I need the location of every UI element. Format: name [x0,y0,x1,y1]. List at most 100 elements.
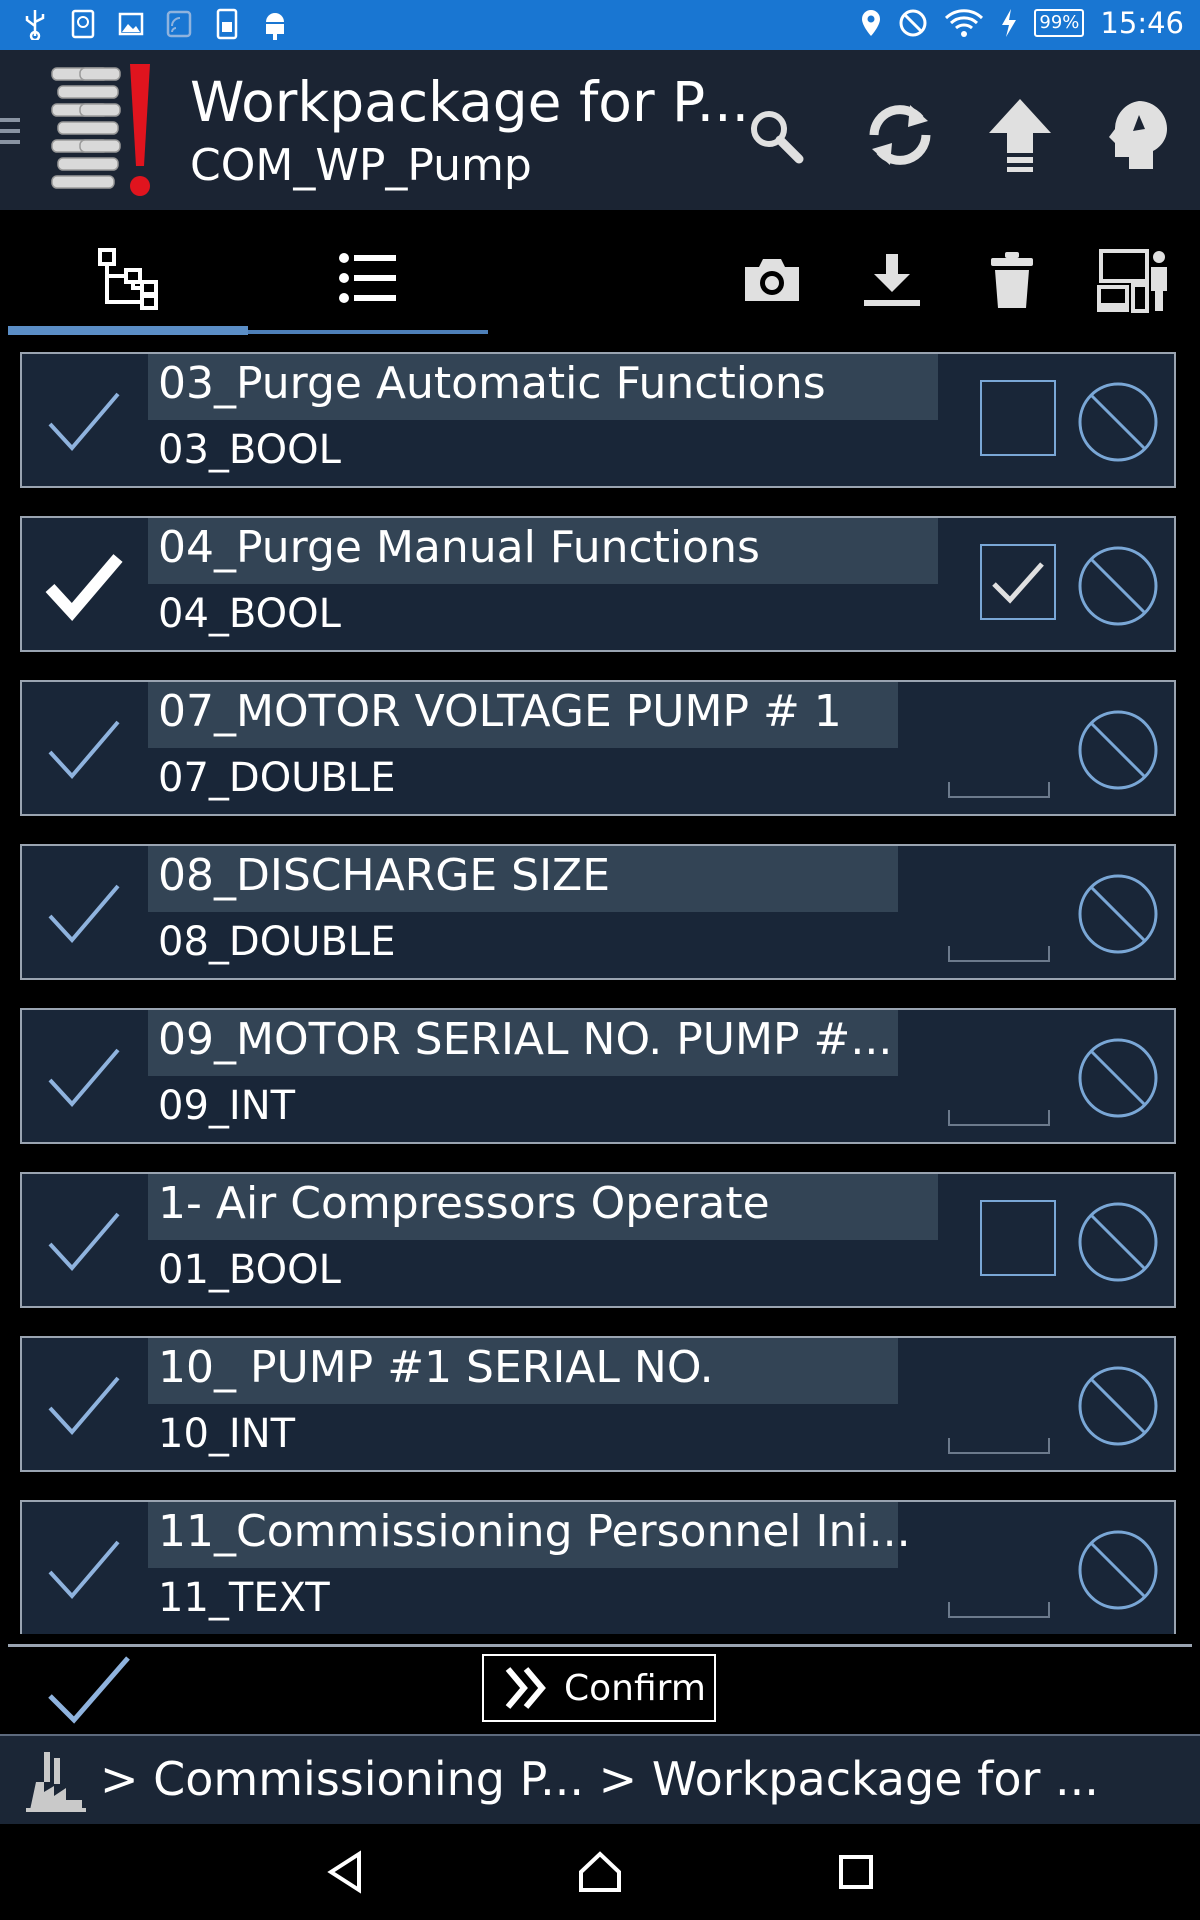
item-title: 07_MOTOR VOLTAGE PUMP # 1 [158,686,842,737]
upload-button[interactable] [975,90,1065,180]
devices-button[interactable] [1094,240,1174,320]
item-title: 10_ PUMP #1 SERIAL NO. [158,1342,714,1393]
item-value-input[interactable] [948,1110,1050,1126]
completion-check-icon[interactable] [44,1366,124,1446]
list-item[interactable]: 11_Commissioning Personnel Ini... 11_TEXT [20,1500,1176,1634]
item-checkbox[interactable] [980,380,1056,456]
item-checkbox[interactable] [980,1200,1056,1276]
completion-check-icon[interactable] [44,546,124,626]
download-button[interactable] [852,240,932,320]
item-title: 08_DISCHARGE SIZE [158,850,610,901]
not-applicable-icon[interactable] [1078,874,1158,954]
list-item[interactable]: 04_Purge Manual Functions 04_BOOL [20,516,1176,652]
page-title: Workpackage for P... [190,70,750,134]
completion-check-icon[interactable] [44,382,124,462]
recents-icon [839,1855,873,1889]
not-applicable-icon[interactable] [1078,1366,1158,1446]
completion-check-icon[interactable] [44,710,124,790]
drawer-menu-icon[interactable] [0,118,20,151]
list-item[interactable]: 1- Air Compressors Operate 01_BOOL [20,1172,1176,1308]
camera-button[interactable] [732,240,812,320]
back-icon [327,1850,361,1894]
item-type: 03_BOOL [158,427,341,473]
breadcrumb-path[interactable]: > Commissioning P... > Workpackage for .… [100,1752,1099,1806]
item-type: 04_BOOL [158,591,341,637]
checklist: 03_Purge Automatic Functions 03_BOOL 04_Pu… [0,342,1200,1634]
completion-check-icon[interactable] [44,874,124,954]
camera-icon [745,259,799,301]
refresh-icon [869,105,931,165]
item-title: 11_Commissioning Personnel Ini... [158,1506,911,1557]
completion-check-icon[interactable] [44,1202,124,1282]
item-checkbox[interactable] [980,544,1056,620]
tree-view-icon [98,247,158,310]
not-applicable-icon[interactable] [1078,1530,1158,1610]
not-applicable-icon[interactable] [1078,1202,1158,1282]
status-bar: 99% 15:46 [0,0,1200,50]
item-title: 1- Air Compressors Operate [158,1178,770,1229]
item-title: 09_MOTOR SERIAL NO. PUMP #... [158,1014,893,1065]
list-view-tab[interactable] [248,230,488,325]
item-title: 03_Purge Automatic Functions [158,358,826,409]
completion-check-icon[interactable] [44,1530,124,1610]
confirm-button-label: Confirm [564,1667,706,1709]
system-nav-bar [0,1824,1200,1920]
devices-icon [1097,249,1167,313]
confirm-button[interactable]: Confirm [482,1654,716,1722]
delete-icon [991,252,1033,308]
refresh-button[interactable] [855,90,945,180]
page-subtitle: COM_WP_Pump [190,140,532,191]
back-button[interactable] [315,1842,375,1902]
search-icon [751,111,804,164]
item-value-input[interactable] [948,946,1050,962]
breadcrumb[interactable]: > Commissioning P... > Workpackage for .… [0,1734,1200,1826]
plant-icon [26,1748,86,1812]
tree-view-tab[interactable] [8,230,248,325]
checkmark-icon [48,1656,130,1724]
delete-button[interactable] [972,240,1052,320]
download-icon [864,254,920,306]
location-icon [862,10,881,36]
item-type: 01_BOOL [158,1247,341,1293]
user-settings-icon [1109,101,1167,169]
tab-indicator [8,326,248,335]
item-type: 11_TEXT [158,1575,330,1621]
list-item[interactable]: 09_MOTOR SERIAL NO. PUMP #... 09_INT [20,1008,1176,1144]
item-type: 10_INT [158,1411,296,1457]
wifi-icon [945,9,984,37]
battery-indicator: 99% [1034,9,1085,37]
item-title: 04_Purge Manual Functions [158,522,760,573]
item-type: 08_DOUBLE [158,919,396,965]
app-logo [50,62,160,202]
not-applicable-icon[interactable] [1078,1038,1158,1118]
status-icons-left [22,8,288,42]
charging-icon [1002,9,1017,37]
list-view-icon [339,252,396,303]
home-button[interactable] [570,1842,630,1902]
search-button[interactable] [730,90,820,180]
sim-icon [214,8,240,40]
list-item[interactable]: 10_ PUMP #1 SERIAL NO. 10_INT [20,1336,1176,1472]
user-settings-button[interactable] [1095,90,1185,180]
not-applicable-icon[interactable] [1078,382,1158,462]
double-chevron-right-icon [505,1667,546,1709]
item-value-input[interactable] [948,1438,1050,1454]
item-type: 09_INT [158,1083,296,1129]
dnd-icon [899,9,927,37]
image-icon [118,8,144,40]
recents-button[interactable] [826,1842,886,1902]
list-item[interactable]: 07_MOTOR VOLTAGE PUMP # 1 07_DOUBLE [20,680,1176,816]
item-value-input[interactable] [948,782,1050,798]
list-item[interactable]: 08_DISCHARGE SIZE 08_DOUBLE [20,844,1176,980]
cast-icon [166,8,192,40]
item-value-input[interactable] [948,1602,1050,1618]
android-icon [262,8,288,40]
confirm-all-button[interactable] [44,1652,134,1728]
list-item[interactable]: 03_Purge Automatic Functions 03_BOOL [20,352,1176,488]
usb-icon [22,8,48,42]
completion-check-icon[interactable] [44,1038,124,1118]
not-applicable-icon[interactable] [1078,546,1158,626]
upload-icon [989,99,1051,172]
sync-icon [70,8,96,40]
not-applicable-icon[interactable] [1078,710,1158,790]
